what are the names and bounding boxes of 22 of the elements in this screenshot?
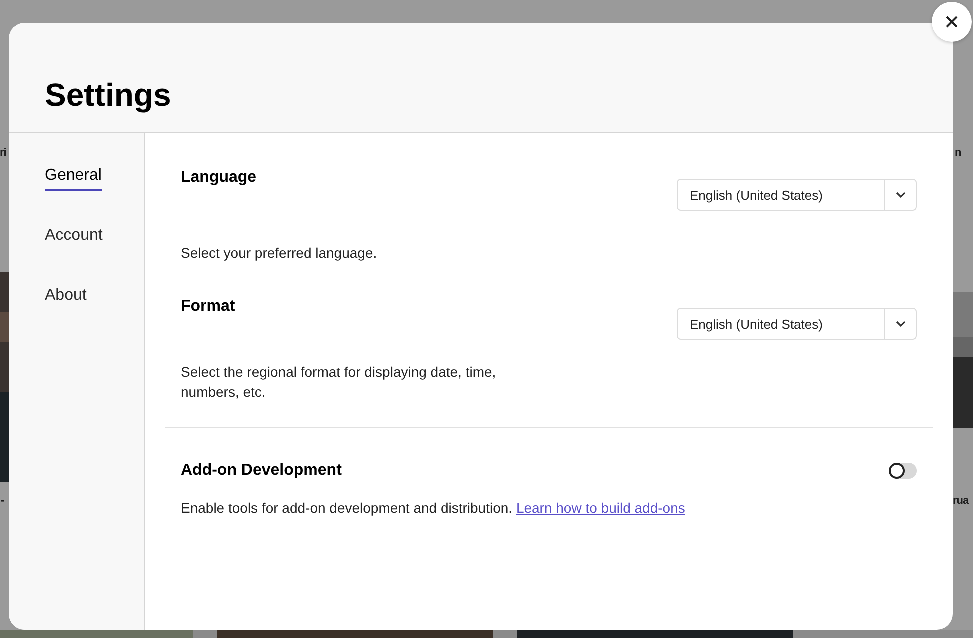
section-heading: Add-on Development (181, 462, 343, 480)
toggle-switch[interactable] (889, 463, 917, 479)
dropdown[interactable]: English (United States) (677, 308, 917, 340)
sidebar-tab[interactable]: General (45, 167, 102, 191)
dropdown[interactable]: English (United States) (677, 179, 917, 211)
section-heading: Language (181, 169, 258, 188)
close-button[interactable] (932, 2, 972, 42)
background-text: rua (953, 495, 969, 507)
background-text: n (955, 147, 962, 159)
section-description: Select the regional format for displaying date, time, numbers, etc. (181, 362, 498, 402)
dialog-title: Settings (45, 77, 172, 114)
learn-link[interactable]: Learn how to build add-ons (516, 500, 686, 516)
section-heading: Format (181, 298, 236, 317)
section-description: Enable tools for add-on development and distribution. Learn how to build add-ons (181, 499, 686, 518)
chevron-down-icon (896, 321, 906, 327)
close-icon (946, 16, 958, 28)
sidebar-tab[interactable]: Account (45, 227, 103, 251)
section-description: Select your preferred language. (181, 244, 378, 263)
background-text: ri (0, 147, 6, 159)
background-text: - (1, 495, 4, 507)
sidebar-tab[interactable]: About (45, 287, 87, 311)
chevron-down-icon (896, 192, 906, 198)
